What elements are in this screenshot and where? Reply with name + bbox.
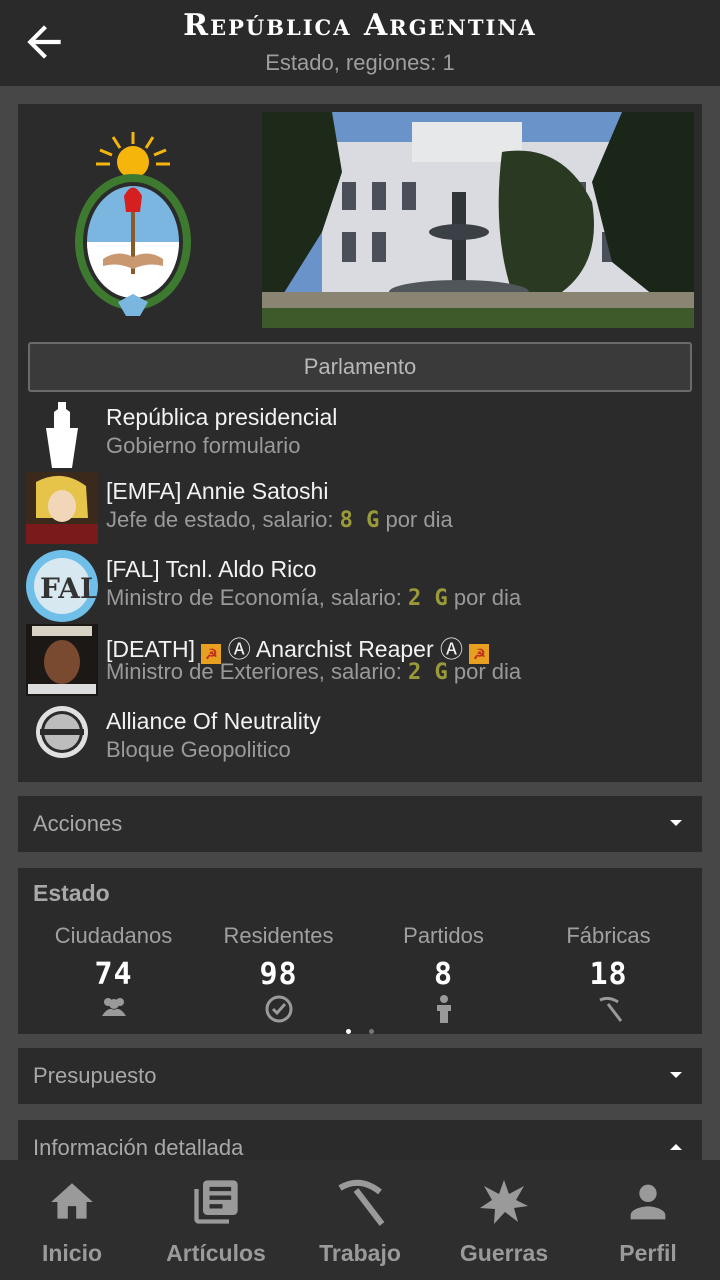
stat-value: 8 [433,957,454,992]
economy-minister-role: Ministro de Economía, salario: 2 G por d… [106,585,521,611]
role-text: Ministro de Exteriores, salario: [106,659,408,684]
nav-label: Trabajo [319,1240,401,1266]
economy-minister-name: [FAL] Tcnl. Aldo Rico [106,556,317,582]
role-text: Ministro de Economía, salario: [106,585,409,610]
podium-icon [26,398,98,470]
pickaxe-icon [332,1174,388,1230]
check-circle-icon [193,994,364,1024]
state-stats-title: Estado [33,880,110,906]
avatar: FAL [26,550,98,622]
nav-label: Guerras [459,1240,549,1266]
actions-section[interactable]: Acciones [18,796,702,852]
avatar [26,624,98,696]
foreign-minister-role: Ministro de Exteriores, salario: 2 G por… [106,659,521,685]
stat-value: 74 [94,957,133,992]
page-subtitle: Estado, regiones: 1 [265,50,455,75]
back-button[interactable] [14,12,74,72]
salary-value: 2 G [408,660,448,685]
carousel-dot[interactable] [369,1029,374,1034]
stat-label: Ciudadanos [54,923,173,948]
list-item-head-of-state[interactable]: [EMFA] Annie Satoshi Jefe de estado, sal… [18,472,702,544]
coat-of-arms-image [75,132,191,316]
salary-suffix: por dia [447,585,522,610]
page-title: República Argentina [183,8,537,43]
alliance-caption: Bloque Geopolitico [106,737,291,762]
people-icon [28,994,199,1024]
stat-factories: Fábricas 18 [523,923,694,1024]
carousel-dot[interactable] [346,1029,351,1034]
person-icon [620,1174,676,1230]
nav-home[interactable]: Inicio [0,1160,144,1280]
role-text: Jefe de estado, salario: [106,507,340,532]
stat-parties: Partidos 8 [358,923,529,1024]
pickaxe-icon [523,994,694,1024]
nav-profile[interactable]: Perfil [576,1160,720,1280]
alliance-name: Alliance Of Neutrality [106,708,321,734]
stat-label: Partidos [403,923,484,948]
list-item-foreign-minister[interactable]: [DEATH] ☭ Ⓐ Anarchist Reaper Ⓐ ☭ Ministr… [18,624,702,696]
government-type: República presidencial [106,404,338,430]
head-of-state-role: Jefe de estado, salario: 8 G por dia [106,507,453,533]
capitol-photo [262,112,694,328]
nav-articles[interactable]: Artículos [144,1160,288,1280]
nav-label: Inicio [41,1240,103,1266]
parliament-button[interactable]: Parlamento [28,342,692,392]
svg-text:FAL: FAL [40,572,98,605]
carousel-indicator[interactable] [18,1021,702,1039]
nav-wars[interactable]: Guerras [432,1160,576,1280]
content-scroll[interactable]: Parlamento República presidencial Gobier… [0,86,720,1160]
nav-label: Perfil [619,1240,677,1266]
budget-section[interactable]: Presupuesto [18,1048,702,1104]
stat-residents: Residentes 98 [193,923,364,1024]
head-of-state-name: [EMFA] Annie Satoshi [106,478,329,504]
explosion-icon [476,1174,532,1230]
detailed-info-label: Información detallada [33,1135,244,1160]
app: República Argentina Estado, regiones: 1 [0,0,720,1280]
chevron-down-icon [670,1072,682,1078]
alliance-logo [26,702,98,774]
government-type-caption: Gobierno formulario [106,433,301,458]
state-stats-card[interactable]: Estado Ciudadanos 74 Residentes 98 Parti… [18,868,702,1034]
salary-suffix: por dia [379,507,453,532]
arrow-back-icon [27,25,61,59]
stat-value: 18 [589,957,628,992]
app-header: República Argentina Estado, regiones: 1 [0,0,720,86]
home-icon [44,1174,100,1230]
list-item-government[interactable]: República presidencial Gobierno formular… [18,398,702,470]
stat-label: Residentes [223,923,334,948]
nav-label: Artículos [166,1240,266,1266]
stat-value: 98 [259,957,298,992]
chevron-up-icon [670,1144,682,1150]
state-overview-card: Parlamento República presidencial Gobier… [18,104,702,782]
stat-label: Fábricas [566,923,651,948]
stat-citizens: Ciudadanos 74 [28,923,199,1024]
detailed-info-section[interactable]: Información detallada [18,1120,702,1160]
chevron-down-icon [670,820,682,826]
person-podium-icon [358,994,529,1024]
avatar [26,472,98,544]
list-item-alliance[interactable]: Alliance Of Neutrality Bloque Geopolitic… [18,702,702,774]
bottom-navigation: Inicio Artículos Trabajo Guerras Perfil [0,1160,720,1280]
salary-suffix: por dia [447,659,522,684]
articles-icon [188,1174,244,1230]
salary-value: 8 G [339,508,380,533]
salary-value: 2 G [408,586,448,611]
nav-work[interactable]: Trabajo [288,1160,432,1280]
list-item-economy-minister[interactable]: FAL [FAL] Tcnl. Aldo Rico Ministro de Ec… [18,550,702,622]
budget-label: Presupuesto [33,1063,157,1088]
actions-label: Acciones [33,811,123,836]
